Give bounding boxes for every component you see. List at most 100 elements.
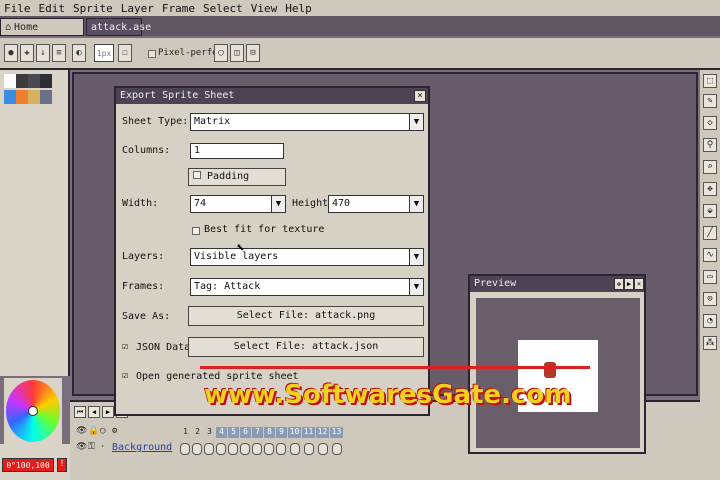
cel[interactable] [252, 443, 262, 455]
cel[interactable] [264, 443, 274, 455]
tab-document[interactable]: attack.ase [86, 18, 151, 36]
eye-header-icon[interactable]: 👁 [76, 426, 87, 436]
cel[interactable] [228, 443, 238, 455]
symmetry-none-icon[interactable]: ◯ [214, 44, 228, 62]
pixel-perfect-checkbox[interactable] [148, 50, 156, 58]
tab-home-label: Home [14, 21, 39, 33]
height-select[interactable]: 470 ▼ [328, 195, 424, 213]
padding-checkbox[interactable] [193, 171, 201, 179]
layers-select[interactable]: Visible layers ▼ [190, 248, 424, 266]
palette-swatch[interactable] [16, 90, 28, 104]
menu-frame[interactable]: Frame [158, 2, 199, 15]
lock-header-icon[interactable]: 🔒 [88, 426, 99, 436]
menu-layer[interactable]: Layer [117, 2, 158, 15]
opacity-icon[interactable]: ☐ [118, 44, 132, 62]
columns-input[interactable]: 1 [190, 143, 284, 159]
cel[interactable] [318, 443, 328, 455]
brush-shape-icon[interactable]: ✚ [20, 44, 34, 62]
fill-icon[interactable]: ⬙ [703, 204, 717, 218]
brush-type-icon[interactable]: ● [4, 44, 18, 62]
menu-select[interactable]: Select [199, 2, 247, 15]
frame-number[interactable]: 5 [228, 427, 239, 438]
json-checkmark-icon[interactable]: ☑ [122, 341, 128, 352]
open-generated-checkmark-icon[interactable]: ☑ [122, 370, 128, 381]
line-icon[interactable]: ╱ [703, 226, 717, 240]
cel[interactable] [332, 443, 342, 455]
palette-swatch[interactable] [28, 90, 40, 104]
palette-swatch[interactable] [28, 74, 40, 88]
prev-frame-icon[interactable]: ◀ [88, 406, 100, 418]
symmetry-h-icon[interactable]: ◫ [230, 44, 244, 62]
cel[interactable] [216, 443, 226, 455]
frame-number[interactable]: 10 [288, 427, 301, 438]
frames-select[interactable]: Tag: Attack ▼ [190, 278, 424, 296]
brush-menu-icon[interactable]: ≡ [52, 44, 66, 62]
layer-name[interactable]: Background [112, 442, 172, 453]
frame-number[interactable]: 4 [216, 427, 227, 438]
curve-icon[interactable]: ∿ [703, 248, 717, 262]
warning-icon[interactable]: ! [57, 458, 67, 472]
frame-number[interactable]: 3 [204, 427, 215, 438]
cel[interactable] [276, 443, 286, 455]
palette-swatch[interactable] [16, 74, 28, 88]
rectangle-icon[interactable]: ▭ [703, 270, 717, 284]
brush-size-field[interactable]: 1px [94, 44, 114, 62]
close-icon[interactable]: × [634, 278, 644, 290]
layer-lock-icon[interactable]: ⚿ [88, 442, 95, 452]
preview-move-icon[interactable]: ✥ [614, 278, 624, 290]
sheet-type-select[interactable]: Matrix ▼ [190, 113, 424, 131]
eraser-icon[interactable]: ◇ [703, 116, 717, 130]
ink-icon[interactable]: ◐ [72, 44, 86, 62]
frame-number[interactable]: 13 [330, 427, 343, 438]
menu-file[interactable]: File [0, 2, 35, 15]
layer-visible-icon[interactable]: 👁 [76, 442, 87, 452]
palette-swatch[interactable] [40, 90, 52, 104]
frame-number[interactable]: 9 [276, 427, 287, 438]
menu-edit[interactable]: Edit [35, 2, 70, 15]
frame-number[interactable]: 1 [180, 427, 191, 438]
frame-number[interactable]: 7 [252, 427, 263, 438]
palette-swatch[interactable] [4, 74, 16, 88]
best-fit-checkbox[interactable] [192, 227, 200, 235]
brush-angle-icon[interactable]: ↓ [36, 44, 50, 62]
close-icon[interactable]: × [414, 90, 426, 102]
frame-number[interactable]: 8 [264, 427, 275, 438]
preview-play-icon[interactable]: ▶ [624, 278, 634, 290]
frame-number[interactable]: 11 [302, 427, 315, 438]
menu-sprite[interactable]: Sprite [69, 2, 117, 15]
cel[interactable] [204, 443, 214, 455]
palette-swatch[interactable] [40, 74, 52, 88]
symmetry-v-icon[interactable]: ⊟ [246, 44, 260, 62]
save-as-button[interactable]: Select File: attack.png [188, 306, 424, 326]
continuous-header-icon[interactable]: ◯ [100, 426, 105, 436]
frame-number[interactable]: 2 [192, 427, 203, 438]
frame-number[interactable]: 12 [316, 427, 329, 438]
blur-icon[interactable]: ◔ [703, 314, 717, 328]
move-icon[interactable]: ✥ [703, 182, 717, 196]
pencil-icon[interactable]: ✎ [703, 94, 717, 108]
tab-home[interactable]: ⌂ Home [0, 18, 84, 36]
layer-continuous-icon[interactable]: · [100, 442, 105, 452]
menu-help[interactable]: Help [281, 2, 316, 15]
padding-toggle[interactable]: Padding [188, 168, 286, 186]
marquee-icon[interactable]: ⬚ [703, 74, 717, 88]
cel[interactable] [290, 443, 300, 455]
cel[interactable] [192, 443, 202, 455]
menu-view[interactable]: View [247, 2, 282, 15]
palette-swatch[interactable] [4, 90, 16, 104]
spray-icon[interactable]: ⁂ [703, 336, 717, 350]
cel[interactable] [304, 443, 314, 455]
eyedropper-icon[interactable]: ⚲ [703, 138, 717, 152]
width-select[interactable]: 74 ▼ [190, 195, 286, 213]
settings-gear-icon[interactable]: ⚙ [112, 426, 117, 436]
color-wheel-picker[interactable] [28, 406, 38, 416]
frame-number[interactable]: 6 [240, 427, 251, 438]
json-data-button[interactable]: Select File: attack.json [188, 337, 424, 357]
preview-canvas[interactable] [476, 298, 640, 448]
first-frame-icon[interactable]: ⏮ [74, 406, 86, 418]
play-icon[interactable]: ▶ [102, 406, 114, 418]
cel[interactable] [240, 443, 250, 455]
cel[interactable] [180, 443, 190, 455]
contour-icon[interactable]: ⊙ [703, 292, 717, 306]
zoom-icon[interactable]: ⌕ [703, 160, 717, 174]
